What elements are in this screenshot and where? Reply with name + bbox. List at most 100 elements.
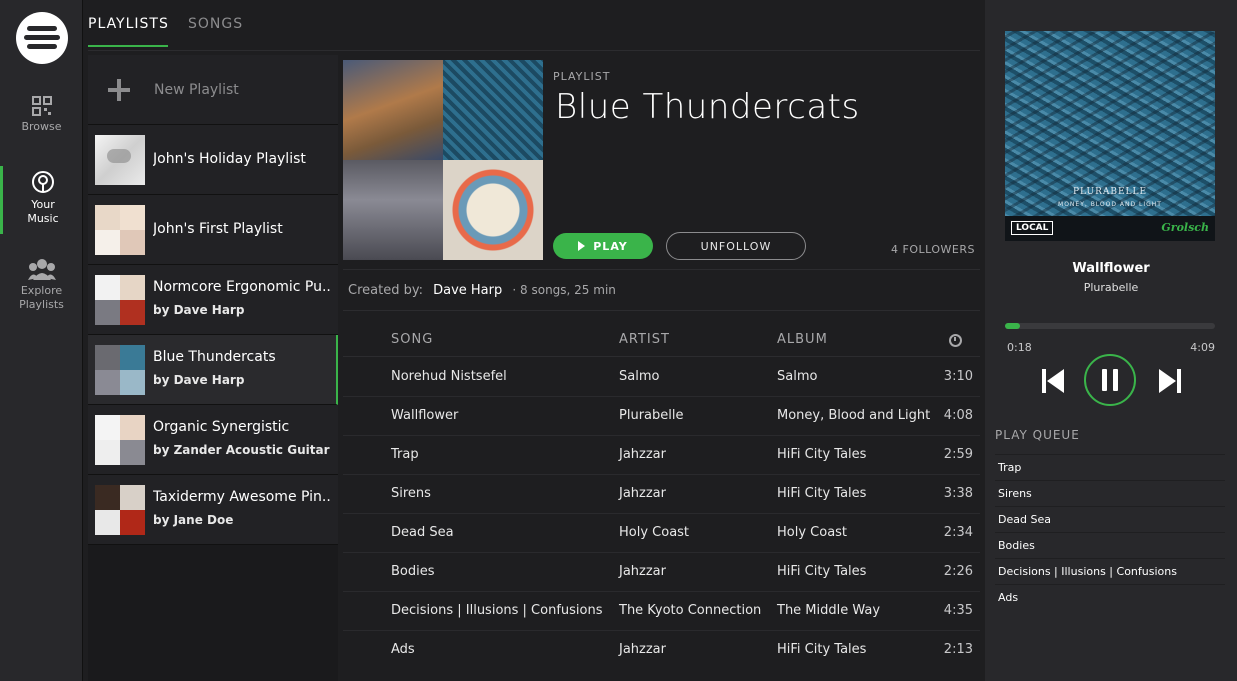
clock-icon[interactable] [949,334,962,347]
playlist-title: Organic Synergistic [153,419,290,435]
track-song: Trap [391,447,419,462]
table-row[interactable]: Dead Sea Holy Coast Holy Coast 2:34 [343,514,980,553]
created-by-label: Created by: [348,283,423,298]
queue-item[interactable]: Decisions | Illusions | Confusions [995,558,1225,584]
playlist-cover-mosaic [343,60,543,260]
playlist-title: Blue Thundercats [153,349,276,365]
playlist-item-active[interactable]: Blue Thundercats by Dave Harp [88,335,338,405]
nav-explore-label-1: Explore [20,284,63,297]
col-album-header[interactable]: ALBUM [777,332,828,347]
track-album[interactable]: Salmo [777,369,817,384]
track-album[interactable]: The Middle Way [777,603,880,618]
followers-count: 4 FOLLOWERS [891,243,975,256]
new-playlist-button[interactable]: New Playlist [88,55,338,125]
table-row[interactable]: Sirens Jahzzar HiFi City Tales 3:38 [343,475,980,514]
play-icon [578,241,586,251]
playlist-thumbnail [95,275,145,325]
queue-item[interactable]: Dead Sea [995,506,1225,532]
table-row[interactable]: Trap Jahzzar HiFi City Tales 2:59 [343,436,980,475]
track-artist[interactable]: Jahzzar [619,486,666,501]
nav-explore-playlists[interactable]: Explore Playlists [0,258,83,312]
playlist-thumbnail [95,205,145,255]
queue-item[interactable]: Ads [995,584,1225,610]
playlist-owner: by Zander Acoustic Guitar [153,443,330,457]
table-row[interactable]: Norehud Nistsefel Salmo Salmo 3:10 [343,358,980,397]
track-song: Decisions | Illusions | Confusions [391,603,603,618]
playlist-title: John's Holiday Playlist [153,151,306,167]
tabs-divider [88,50,980,51]
track-song: Bodies [391,564,435,579]
divider [343,269,980,270]
track-album[interactable]: Holy Coast [777,525,847,540]
tab-songs[interactable]: SONGS [188,16,243,32]
track-artist[interactable]: Jahzzar [619,564,666,579]
play-button[interactable]: PLAY [553,233,653,259]
album-art [443,60,543,160]
track-duration: 4:08 [943,408,973,423]
album-art-artist-text: PLURABELLE [1072,187,1148,197]
table-row[interactable]: Wallflower Plurabelle Money, Blood and L… [343,397,980,436]
track-album[interactable]: Money, Blood and Light [777,408,930,423]
elapsed-time: 0:18 [1007,341,1032,354]
playlist-title: Taxidermy Awesome Pin.. [153,489,331,505]
playlist-item[interactable]: Taxidermy Awesome Pin.. by Jane Doe [88,475,338,545]
users-group-icon [27,259,56,280]
app-logo[interactable] [16,12,68,64]
nav-your-music[interactable]: Your Music [0,166,83,234]
now-playing-panel: PLURABELLE MONEY, BLOOD AND LIGHT LOCAL … [985,0,1237,681]
progress-bar[interactable] [1005,323,1215,329]
track-album[interactable]: HiFi City Tales [777,642,866,657]
nav-browse[interactable]: Browse [0,96,83,134]
track-artist[interactable]: Jahzzar [619,447,666,462]
playlist-item[interactable]: John's First Playlist [88,195,338,265]
owner-link[interactable]: Dave Harp [433,283,502,298]
track-album[interactable]: HiFi City Tales [777,447,866,462]
qr-grid-icon [31,96,52,116]
now-playing-title[interactable]: Wallflower [985,261,1237,276]
tab-playlists[interactable]: PLAYLISTS [88,16,169,32]
track-song: Sirens [391,486,431,501]
playlist-thumbnail [95,135,145,185]
playlist-summary: · 8 songs, 25 min [512,283,616,297]
table-row[interactable]: Ads Jahzzar HiFi City Tales 2:13 [343,631,980,670]
track-artist[interactable]: The Kyoto Connection [619,603,761,618]
progress-fill [1005,323,1021,329]
skip-back-icon[interactable] [1042,369,1064,393]
playlist-owner: by Dave Harp [153,373,245,387]
album-art-album-text: MONEY, BLOOD AND LIGHT [1058,201,1162,208]
track-duration: 2:13 [943,642,973,657]
plus-icon [106,79,132,101]
track-artist[interactable]: Plurabelle [619,408,683,423]
now-playing-artist[interactable]: Plurabelle [985,281,1237,294]
track-artist[interactable]: Holy Coast [619,525,689,540]
track-duration: 3:10 [943,369,973,384]
queue-item[interactable]: Sirens [995,480,1225,506]
track-artist[interactable]: Salmo [619,369,659,384]
track-duration: 2:34 [943,525,973,540]
nav-rail: Browse Your Music Explore Playlists [0,0,83,681]
queue-item[interactable]: Trap [995,454,1225,480]
col-artist-header[interactable]: ARTIST [619,332,670,347]
queue-item[interactable]: Bodies [995,532,1225,558]
track-duration: 2:26 [943,564,973,579]
playlist-item[interactable]: Normcore Ergonomic Pu.. by Dave Harp [88,265,338,335]
track-album[interactable]: HiFi City Tales [777,486,866,501]
pause-button[interactable] [1084,354,1136,406]
unfollow-button[interactable]: UNFOLLOW [666,232,806,260]
podcast-icon [32,171,54,193]
track-duration: 4:35 [943,603,973,618]
skip-forward-icon[interactable] [1159,369,1181,393]
total-time: 4:09 [1190,341,1215,354]
album-art-brand-text: Grolsch [1161,221,1209,234]
table-row[interactable]: Decisions | Illusions | Confusions The K… [343,592,980,631]
album-art-logo-text: LOCAL [1011,221,1054,235]
playlist-list: New Playlist John's Holiday Playlist Joh… [88,55,338,681]
playlist-item[interactable]: Organic Synergistic by Zander Acoustic G… [88,405,338,475]
main-content: PLAYLISTS SONGS New Playlist John's Holi… [83,0,985,681]
table-row[interactable]: Bodies Jahzzar HiFi City Tales 2:26 [343,553,980,592]
col-song-header[interactable]: SONG [391,332,433,347]
nav-explore-label-2: Playlists [19,298,64,311]
playlist-item[interactable]: John's Holiday Playlist [88,125,338,195]
track-artist[interactable]: Jahzzar [619,642,666,657]
track-album[interactable]: HiFi City Tales [777,564,866,579]
